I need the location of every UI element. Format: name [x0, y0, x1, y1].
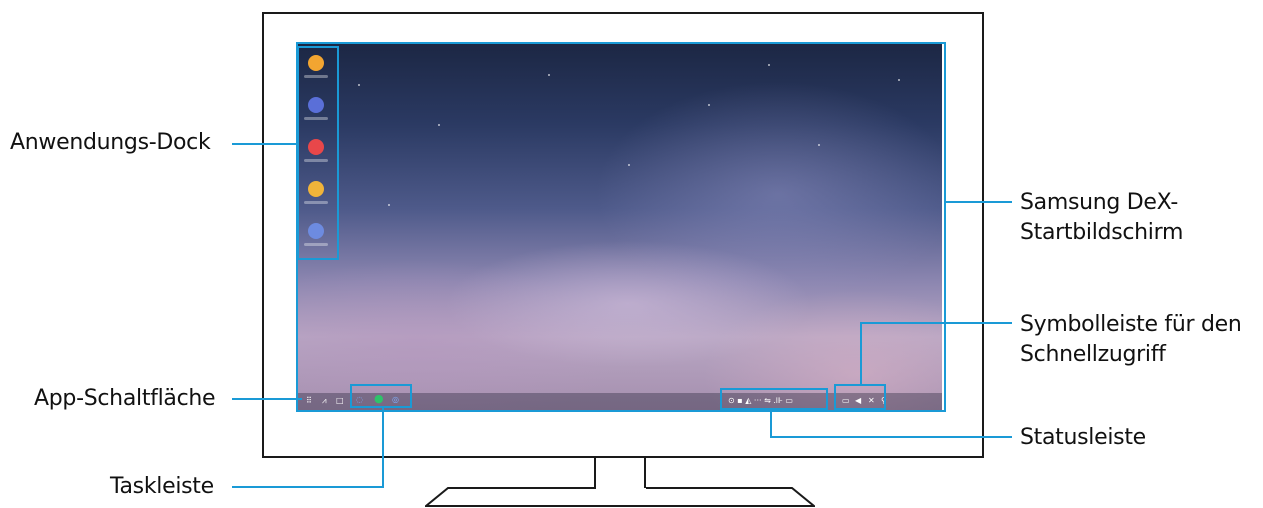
callout-line-taskbar-v [382, 408, 384, 488]
callout-line-dock [232, 143, 298, 145]
gallery-icon[interactable] [308, 181, 324, 197]
home-screen-highlight [296, 42, 946, 412]
home-icon[interactable]: □ [336, 397, 344, 405]
callout-line-quick-h [860, 322, 1012, 324]
callout-line-home [946, 201, 1012, 203]
monitor-neck-left [594, 458, 596, 488]
dock-app-label [304, 201, 328, 204]
dock-app-label [304, 243, 328, 246]
label-home-screen-2: Startbildschirm [1020, 220, 1184, 245]
callout-line-quick-v [860, 322, 862, 384]
apps-grid-icon[interactable]: ⠿ [306, 397, 312, 405]
recent-icon[interactable]: ⩘ [322, 397, 327, 405]
label-app-button: App-Schaltfläche [34, 386, 216, 411]
callout-line-status-v [770, 410, 772, 437]
dock-app-label [304, 159, 328, 162]
email-icon[interactable] [308, 139, 324, 155]
callout-line-status-h [770, 436, 1012, 438]
label-home-screen-1: Samsung DeX- [1020, 190, 1178, 215]
label-quick-access-1: Symbolleiste für den [1020, 312, 1242, 337]
callout-line-taskbar-h [232, 486, 384, 488]
label-app-dock: Anwendungs-Dock [10, 130, 211, 155]
internet-icon[interactable] [308, 97, 324, 113]
monitor-stand [425, 487, 815, 507]
monitor-neck-right [644, 458, 646, 488]
callout-line-app-button [232, 398, 302, 400]
status-bar-highlight [720, 388, 828, 410]
dock-app-label [304, 75, 328, 78]
settings-icon[interactable] [308, 223, 324, 239]
taskbar-highlight [350, 384, 412, 408]
label-taskbar: Taskleiste [110, 474, 214, 499]
label-status-bar: Statusleiste [1020, 425, 1146, 450]
label-quick-access-2: Schnellzugriff [1020, 342, 1166, 367]
quick-access-highlight [834, 384, 886, 410]
dock-app-label [304, 117, 328, 120]
folder-icon[interactable] [308, 55, 324, 71]
